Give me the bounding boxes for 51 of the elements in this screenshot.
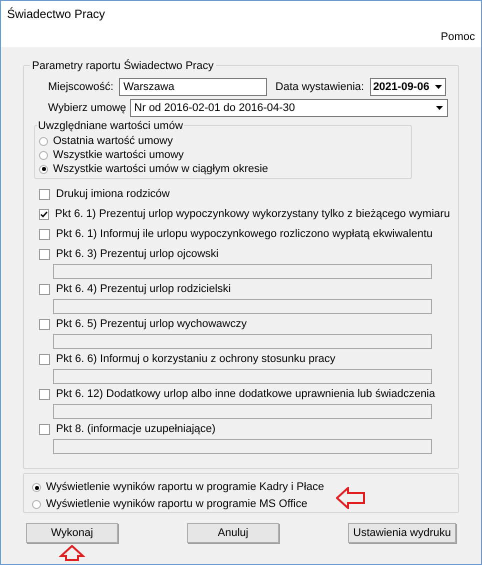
menu-item[interactable]: Pomoc <box>438 28 477 46</box>
radio-label: Ostatnia wartość umowy <box>53 134 173 149</box>
checkbox-label: Pkt 6. 1) Prezentuj urlop wypoczynkowy wykorzystany tylko z bieżącego wymiaru <box>55 206 450 222</box>
text-field[interactable] <box>53 404 432 419</box>
checkbox-label: Pkt 6. 4) Prezentuj urlop rodzicielski <box>56 282 231 297</box>
checkbox-label: Drukuj imiona rodziców <box>56 186 170 202</box>
contract-dropdown[interactable]: Nr od 2016-02-01 do 2016-04-30 <box>130 99 448 117</box>
checkbox[interactable] <box>39 228 50 240</box>
radio-button[interactable] <box>39 136 48 146</box>
group-title: Uwzględniane wartości umów <box>37 118 184 134</box>
dialog-button[interactable]: Anuluj <box>187 523 280 543</box>
checkbox[interactable] <box>39 208 49 220</box>
checkbox[interactable] <box>39 354 50 364</box>
text-field[interactable] <box>53 264 432 279</box>
checkbox[interactable] <box>39 424 50 434</box>
checkbox-label: Pkt 6. 6) Informuj o korzystaniu z ochrony stosunku pracy <box>56 352 336 367</box>
text-field[interactable] <box>53 439 432 454</box>
dropdown-arrow-icon <box>435 85 442 89</box>
field-label: Data wystawienia: <box>275 80 364 95</box>
radio-label: Wyświetlenie wyników raportu w programie MS Office <box>46 497 308 512</box>
text-field[interactable] <box>53 299 432 314</box>
window-title: Świadectwo Pracy <box>7 6 106 23</box>
field-label: Miejscowość: <box>48 80 114 95</box>
dialog-button[interactable]: Ustawienia wydruku <box>348 523 456 543</box>
radio-label: Wszystkie wartości umowy <box>53 148 184 163</box>
checkbox-label: Pkt 6. 12) Dodatkowy urlop albo inne dodatkowe uprawnienia lub świadczenia <box>56 386 436 402</box>
checkbox-label: Pkt 6. 5) Prezentuj urlop wychowawczy <box>56 316 247 332</box>
dropdown-arrow-icon <box>436 106 443 110</box>
checkbox[interactable] <box>39 284 50 294</box>
field-label: Wybierz umowę <box>47 100 126 116</box>
checkbox-label: Pkt 6. 1) Informuj ile urlopu wypoczynkowego rozliczono wypłatą ekwiwalentu <box>56 226 433 242</box>
checkbox[interactable] <box>39 248 50 260</box>
radio-button[interactable] <box>32 500 41 509</box>
checkbox-label: Pkt 6. 3) Prezentuj urlop ojcowski <box>56 246 219 262</box>
checkbox[interactable] <box>39 388 50 400</box>
radio-button[interactable] <box>39 164 48 174</box>
radio-button[interactable] <box>39 150 48 160</box>
arrow-icon <box>59 545 85 561</box>
checkbox-label: Pkt 8. (informacje uzupełniające) <box>56 422 216 437</box>
text-field[interactable] <box>53 334 432 349</box>
dialog-button[interactable]: Wykonaj <box>26 523 118 543</box>
group-title: Parametry raportu Świadectwo Pracy <box>30 58 216 74</box>
radio-label: Wszystkie wartości umów w ciągłym okresie <box>53 162 268 177</box>
date-picker[interactable]: 2021-09-06 <box>370 78 446 96</box>
text-field[interactable] <box>53 369 432 384</box>
checkbox[interactable] <box>39 318 50 330</box>
arrow-icon <box>336 487 366 509</box>
city-field[interactable]: Warszawa <box>119 78 268 96</box>
radio-label: Wyświetlenie wyników raportu w programie Kadry i Płace <box>46 480 324 496</box>
radio-button[interactable] <box>32 483 41 492</box>
checkbox[interactable] <box>39 188 50 200</box>
